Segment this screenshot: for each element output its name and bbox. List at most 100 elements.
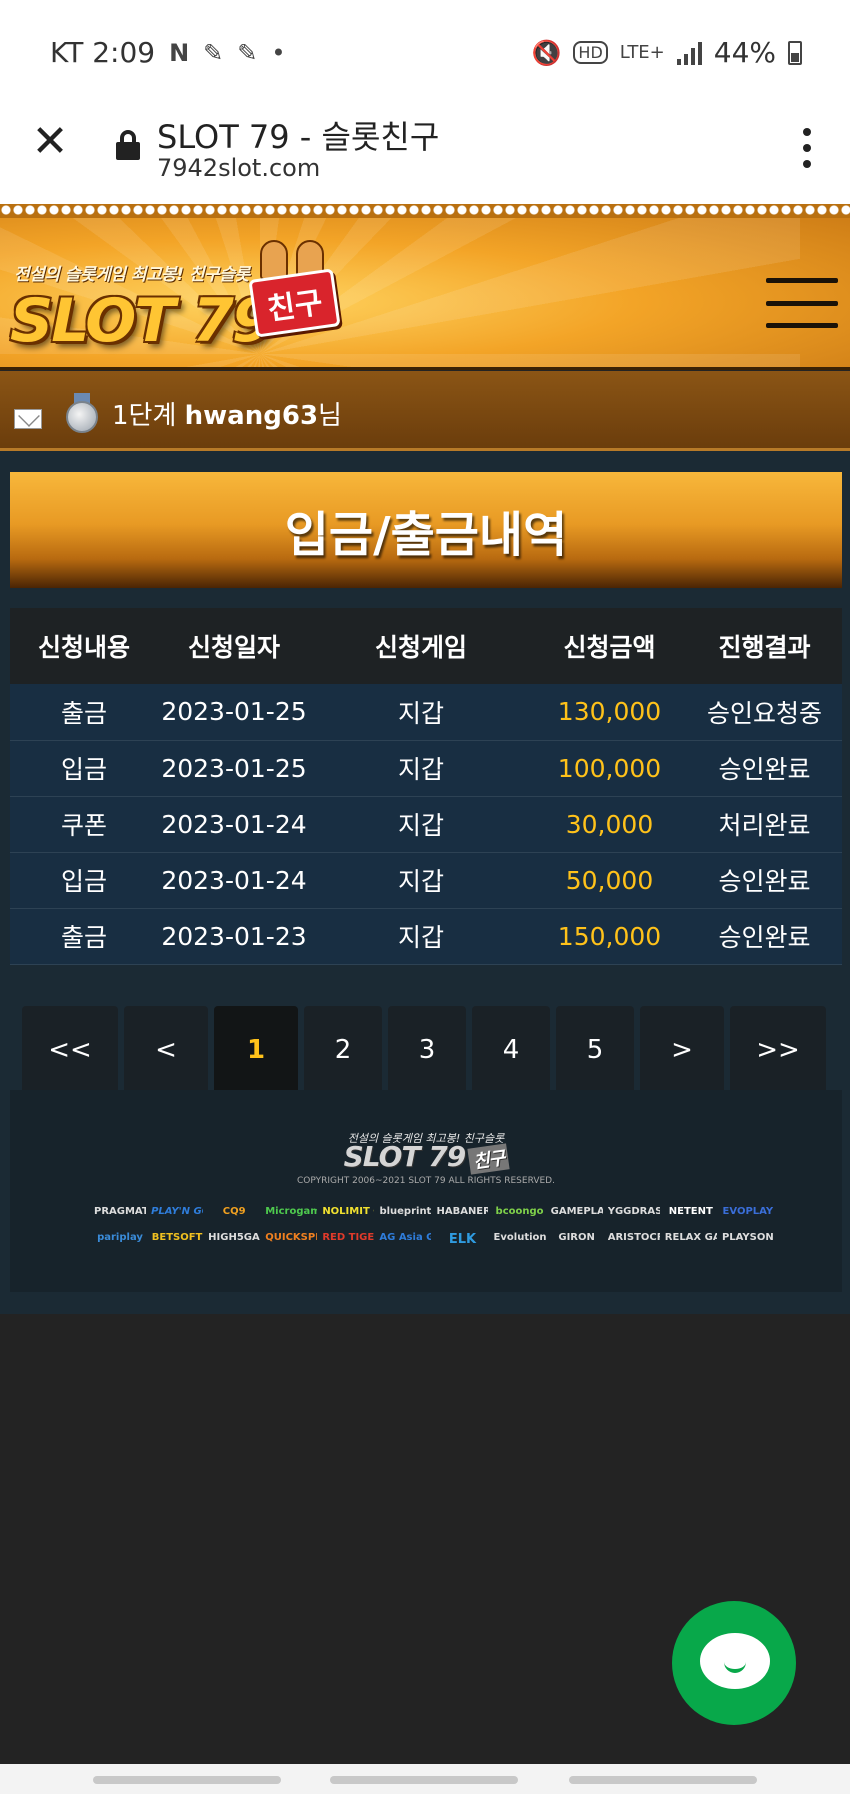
page-button-1[interactable]: 1 [214, 1006, 298, 1094]
page-button-4[interactable]: 4 [472, 1006, 550, 1094]
footer: 전설의 슬롯게임 최고봉! 친구슬롯 SLOT 79 친구 COPYRIGHT 2… [10, 1090, 842, 1292]
request-type: 입금 [10, 740, 158, 797]
first-page-button[interactable]: << [22, 1006, 118, 1094]
next-page-button[interactable]: > [640, 1006, 724, 1094]
pagination: << < 1 2 3 4 5 > >> [22, 1006, 826, 1094]
provider-logo: PLAY'N GO [151, 1206, 203, 1217]
browser-toolbar: ✕ SLOT 79 - 슬롯친구 7942slot.com [0, 100, 850, 204]
table-row: 입금 2023-01-25 지갑 100,000 승인완료 [10, 740, 842, 797]
username: hwang63 [184, 401, 319, 431]
column-header: 신청게임 [310, 608, 532, 684]
netflix-notification-icon: N [169, 38, 190, 67]
back-handle[interactable] [569, 1776, 757, 1784]
page-title: 입금/출금내역 [284, 507, 568, 563]
provider-logo: RELAX GAMING [664, 1232, 717, 1243]
provider-logo: HIGH5GAMES [208, 1232, 260, 1243]
provider-logo: pariplay [97, 1232, 143, 1243]
table-row: 출금 2023-01-23 지갑 150,000 승인완료 [10, 908, 842, 965]
column-header: 신청일자 [158, 608, 310, 684]
carrier-time: KT 2:09 [50, 36, 156, 69]
browser-url[interactable]: 7942slot.com [157, 154, 320, 182]
logo-badge: 친구 [248, 268, 341, 338]
provider-logo: EVOPLAY [722, 1206, 774, 1217]
more-notifications-dot-icon: • [271, 38, 286, 67]
footer-logo-text: SLOT 79 [343, 1140, 467, 1173]
provider-logo: RED TIGER [322, 1232, 375, 1243]
request-type: 출금 [10, 908, 158, 965]
home-handle[interactable] [330, 1776, 518, 1784]
provider-logo: QUICKSPIN [265, 1232, 318, 1243]
request-date: 2023-01-23 [158, 908, 310, 965]
header-dots-border [0, 204, 850, 218]
recent-apps-handle[interactable] [93, 1776, 281, 1784]
provider-logo: Microgaming [265, 1206, 318, 1217]
page-title-band: 입금/출금내역 [10, 472, 842, 588]
system-navigation-bar [0, 1764, 850, 1794]
user-level: 1단계 [112, 401, 177, 431]
request-date: 2023-01-24 [158, 852, 310, 909]
pill-notification-icon-2: ✎ [237, 38, 258, 67]
request-game: 지갑 [310, 796, 532, 853]
browser-page-title: SLOT 79 - 슬롯친구 [157, 118, 440, 156]
provider-logo: bcoongo [495, 1206, 544, 1217]
menu-icon[interactable] [766, 278, 838, 328]
page-button-3[interactable]: 3 [388, 1006, 466, 1094]
provider-logo: PLAYSON [721, 1232, 774, 1243]
request-status: 승인완료 [687, 908, 842, 965]
user-info: 1단계 hwang63님 [112, 395, 342, 432]
pill-notification-icon: ✎ [203, 38, 224, 67]
request-status: 승인요청중 [687, 684, 842, 741]
provider-logo: Evolution Gaming [493, 1232, 546, 1243]
request-amount: 150,000 [532, 908, 687, 965]
provider-logos-row-1: PRAGMATIC PLAY PLAY'N GO CQ9 Microgaming… [94, 1206, 774, 1217]
provider-logo: GIRON [558, 1232, 595, 1243]
provider-logo: blueprint [379, 1206, 432, 1217]
request-game: 지갑 [310, 908, 532, 965]
request-game: 지갑 [310, 740, 532, 797]
request-date: 2023-01-25 [158, 684, 310, 741]
provider-logo: AG Asia Gaming [379, 1232, 432, 1243]
close-tab-icon[interactable]: ✕ [30, 120, 70, 164]
request-amount: 50,000 [532, 852, 687, 909]
battery-icon [788, 40, 802, 65]
more-options-icon[interactable] [802, 128, 812, 168]
provider-logo: PRAGMATIC PLAY [94, 1206, 146, 1217]
user-honorific: 님 [318, 401, 342, 431]
copyright: COPYRIGHT 2006~2021 SLOT 79 ALL RIGHTS R… [297, 1176, 555, 1186]
request-status: 승인완료 [687, 740, 842, 797]
page-button-2[interactable]: 2 [304, 1006, 382, 1094]
request-status: 처리완료 [687, 796, 842, 853]
provider-logo: BETSOFT [151, 1232, 203, 1243]
battery-percent: 44% [713, 36, 776, 69]
mail-icon[interactable] [14, 409, 42, 429]
request-date: 2023-01-25 [158, 740, 310, 797]
table-row: 쿠폰 2023-01-24 지갑 30,000 처리완료 [10, 796, 842, 853]
request-amount: 30,000 [532, 796, 687, 853]
lock-icon[interactable] [116, 130, 140, 160]
mute-icon: 🔇 [531, 38, 562, 67]
provider-logo: CQ9 [222, 1206, 246, 1217]
logo-tagline: 전설의 슬롯게임 최고봉! 친구슬롯 [14, 265, 250, 285]
status-bar: KT 2:09 N ✎ ✎ • 🔇 HD LTE+ 44% [0, 0, 850, 100]
prev-page-button[interactable]: < [124, 1006, 208, 1094]
table-row: 입금 2023-01-24 지갑 50,000 승인완료 [10, 852, 842, 909]
page-button-5[interactable]: 5 [556, 1006, 634, 1094]
request-status: 승인완료 [687, 852, 842, 909]
request-game: 지갑 [310, 684, 532, 741]
user-bar: 1단계 hwang63님 [0, 371, 850, 451]
hd-voice-icon: HD [573, 41, 608, 64]
request-game: 지갑 [310, 852, 532, 909]
lte-icon: LTE+ [619, 42, 665, 63]
last-page-button[interactable]: >> [730, 1006, 826, 1094]
request-date: 2023-01-24 [158, 796, 310, 853]
table-header-row: 신청내용 신청일자 신청게임 신청금액 진행결과 [10, 608, 842, 684]
request-amount: 100,000 [532, 740, 687, 797]
provider-logo: ARISTOCRAT [607, 1232, 660, 1243]
level-medal-icon [66, 393, 98, 433]
request-type: 입금 [10, 852, 158, 909]
request-type: 출금 [10, 684, 158, 741]
table-row: 출금 2023-01-25 지갑 130,000 승인요청중 [10, 684, 842, 741]
chat-bubble-icon [700, 1633, 770, 1689]
transaction-history-table: 신청내용 신청일자 신청게임 신청금액 진행결과 출금 2023-01-25 지… [10, 608, 842, 965]
live-chat-button[interactable] [672, 1601, 796, 1725]
